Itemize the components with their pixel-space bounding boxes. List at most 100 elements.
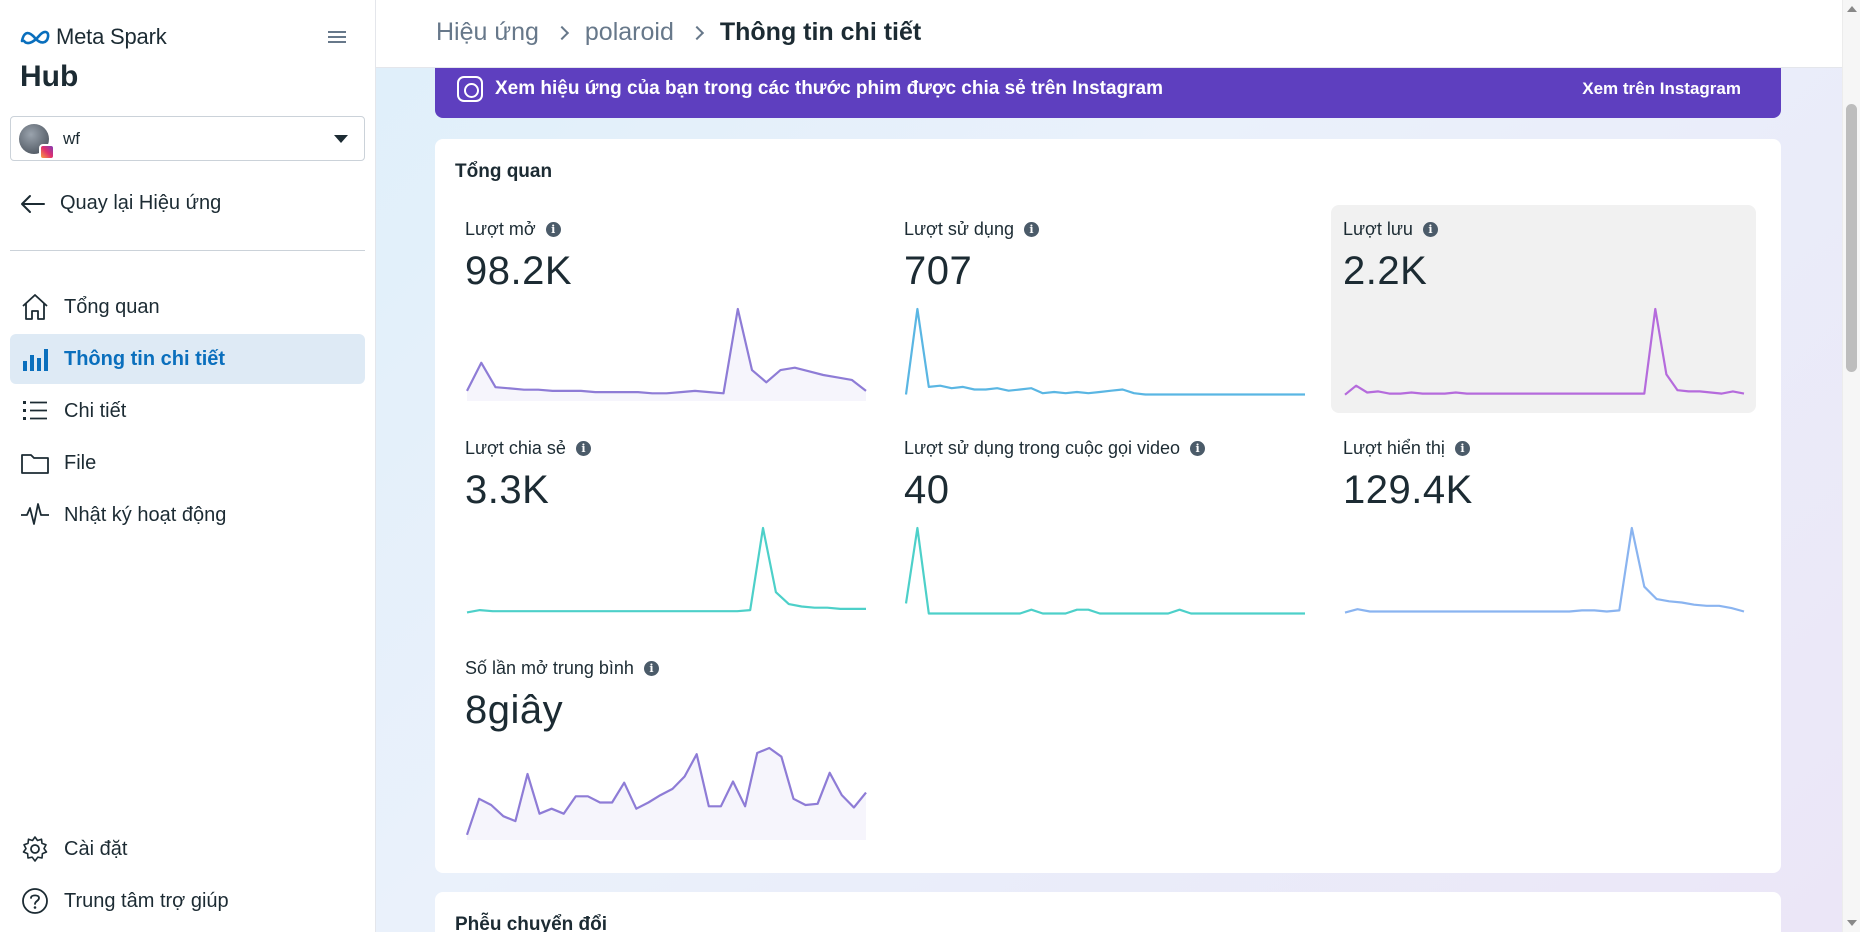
back-label: Quay lại Hiệu ứng: [60, 192, 222, 214]
chevron-right-icon: [689, 25, 704, 40]
banner-text: Xem hiệu ứng của bạn trong các thước phi…: [495, 78, 1163, 99]
sparkline-line: [1344, 526, 1745, 614]
info-icon[interactable]: i: [1422, 222, 1438, 237]
scroll-up-icon[interactable]: [1847, 6, 1857, 12]
metric-impressions[interactable]: Lượt hiển thị i 129.4K: [1331, 424, 1756, 632]
chevron-right-icon: [554, 25, 569, 40]
metric-saves[interactable]: Lượt lưu i 2.2K: [1331, 205, 1756, 413]
metric-value: 98.2K: [465, 249, 573, 293]
sparkline-line: [904, 526, 1305, 615]
info-icon[interactable]: i: [575, 441, 591, 456]
scrollbar[interactable]: [1842, 0, 1860, 932]
metric-label-row: Lượt chia sẻ i: [465, 438, 591, 459]
arrow-left-icon: [21, 194, 45, 213]
info-icon[interactable]: i: [1454, 441, 1470, 456]
sidebar-item-insights[interactable]: Thông tin chi tiết: [10, 334, 365, 384]
help-icon: [20, 886, 50, 916]
metric-value: 8giây: [465, 688, 564, 732]
metric-value: 3.3K: [465, 468, 550, 512]
metric-value: 129.4K: [1343, 468, 1473, 512]
back-to-effects-link[interactable]: Quay lại Hiệu ứng: [20, 192, 221, 215]
sidebar-item-activity-log[interactable]: Nhật ký hoạt động: [10, 490, 365, 540]
top-bar: Hiệu ứng polaroid Thông tin chi tiết: [376, 0, 1842, 68]
metric-label: Lượt lưu: [1343, 219, 1413, 239]
metric-label: Lượt sử dụng trong cuộc gọi video: [904, 438, 1181, 458]
folder-icon: [20, 448, 50, 478]
avatar: [19, 123, 55, 160]
sparkline: [1344, 307, 1745, 396]
info-icon[interactable]: i: [545, 222, 561, 237]
sparkline: [904, 307, 1305, 396]
gear-icon: [20, 834, 50, 864]
sidebar-item-label: Nhật ký hoạt động: [64, 503, 227, 526]
sidebar-item-label: Thông tin chi tiết: [64, 347, 226, 370]
sparkline: [466, 307, 867, 401]
overview-card: Tổng quan Lượt mở i 98.2K Lượt sử dụng i 7…: [435, 139, 1781, 873]
sparkline-line: [904, 307, 1305, 396]
info-icon[interactable]: i: [643, 661, 659, 676]
meta-logo-icon: [20, 30, 50, 45]
sparkline-area: [467, 748, 866, 840]
sidebar-nav: Tổng quan Thông tin chi tiết Chi tiết Fi…: [10, 282, 365, 542]
sparkline: [465, 746, 867, 840]
brand-name: Meta Spark: [56, 24, 167, 49]
conversion-funnel-card: Phễu chuyển đổi: [435, 892, 1781, 932]
scroll-down-icon[interactable]: [1847, 920, 1857, 926]
metric-label: Lượt chia sẻ: [465, 438, 566, 458]
info-icon[interactable]: i: [1190, 441, 1206, 456]
breadcrumb: Hiệu ứng polaroid Thông tin chi tiết: [436, 18, 921, 47]
overview-title: Tổng quan: [455, 161, 553, 182]
metric-shares[interactable]: Lượt chia sẻ i 3.3K: [453, 424, 878, 632]
hub-title: Hub: [20, 60, 79, 93]
activity-icon: [20, 500, 50, 530]
scroll-thumb[interactable]: [1846, 104, 1857, 372]
breadcrumb-effect-name[interactable]: polaroid: [585, 18, 674, 47]
hamburger-menu-icon[interactable]: [326, 28, 348, 48]
sidebar-item-label: Chi tiết: [64, 399, 127, 422]
sidebar: Meta Spark Hub wf Quay lại Hiệu ứng Tổng…: [0, 0, 376, 932]
metric-label-row: Lượt lưu i: [1343, 219, 1438, 240]
caret-down-icon: [334, 135, 348, 143]
bar-chart-icon: [20, 344, 50, 374]
metric-label-row: Lượt mở i: [465, 219, 561, 240]
metric-value: 40: [904, 468, 950, 512]
sidebar-item-label: Cài đặt: [64, 837, 128, 860]
home-icon: [20, 292, 50, 322]
breadcrumb-current: Thông tin chi tiết: [719, 18, 922, 46]
sidebar-item-overview[interactable]: Tổng quan: [10, 282, 365, 332]
main-content: Hiệu ứng polaroid Thông tin chi tiết Xem…: [376, 0, 1842, 932]
metric-value: 2.2K: [1343, 249, 1428, 293]
sidebar-item-label: Tổng quan: [64, 295, 160, 318]
list-icon: [20, 396, 50, 426]
metric-label-row: Lượt hiển thị i: [1343, 438, 1470, 459]
sidebar-bottom-nav: Cài đặt Trung tâm trợ giúp: [10, 824, 365, 928]
account-select[interactable]: wf: [10, 116, 365, 161]
metric-label: Lượt sử dụng: [904, 219, 1014, 239]
sidebar-item-label: File: [64, 451, 97, 474]
instagram-icon: [457, 76, 483, 102]
breadcrumb-effects[interactable]: Hiệu ứng: [436, 18, 539, 47]
sparkline-line: [466, 526, 866, 614]
metric-opens[interactable]: Lượt mở i 98.2K: [453, 205, 878, 413]
info-icon[interactable]: i: [1023, 222, 1039, 237]
sidebar-item-files[interactable]: File: [10, 438, 365, 488]
sparkline-line: [1344, 307, 1745, 396]
brand[interactable]: Meta Spark: [20, 24, 167, 50]
sidebar-item-label: Trung tâm trợ giúp: [64, 889, 229, 912]
metric-label-row: Số lần mở trung bình i: [465, 658, 659, 679]
sidebar-item-settings[interactable]: Cài đặt: [10, 824, 365, 874]
metric-video-call-uses[interactable]: Lượt sử dụng trong cuộc gọi video i 40: [892, 424, 1317, 632]
sidebar-item-details[interactable]: Chi tiết: [10, 386, 365, 436]
metric-label: Lượt hiển thị: [1343, 438, 1445, 458]
metric-label: Lượt mở: [465, 219, 536, 239]
view-on-instagram-link[interactable]: Xem trên Instagram: [1582, 79, 1741, 99]
sparkline-area: [467, 309, 866, 401]
sidebar-item-help-center[interactable]: Trung tâm trợ giúp: [10, 876, 365, 926]
sparkline: [1344, 526, 1745, 614]
account-name: wf: [63, 128, 80, 148]
metric-label-row: Lượt sử dụng trong cuộc gọi video i: [904, 438, 1206, 459]
sparkline: [466, 526, 866, 614]
conversion-funnel-title: Phễu chuyển đổi: [455, 914, 608, 932]
metric-uses[interactable]: Lượt sử dụng i 707: [892, 205, 1317, 413]
metric-avg-open-time[interactable]: Số lần mở trung bình i 8giây: [453, 644, 878, 852]
